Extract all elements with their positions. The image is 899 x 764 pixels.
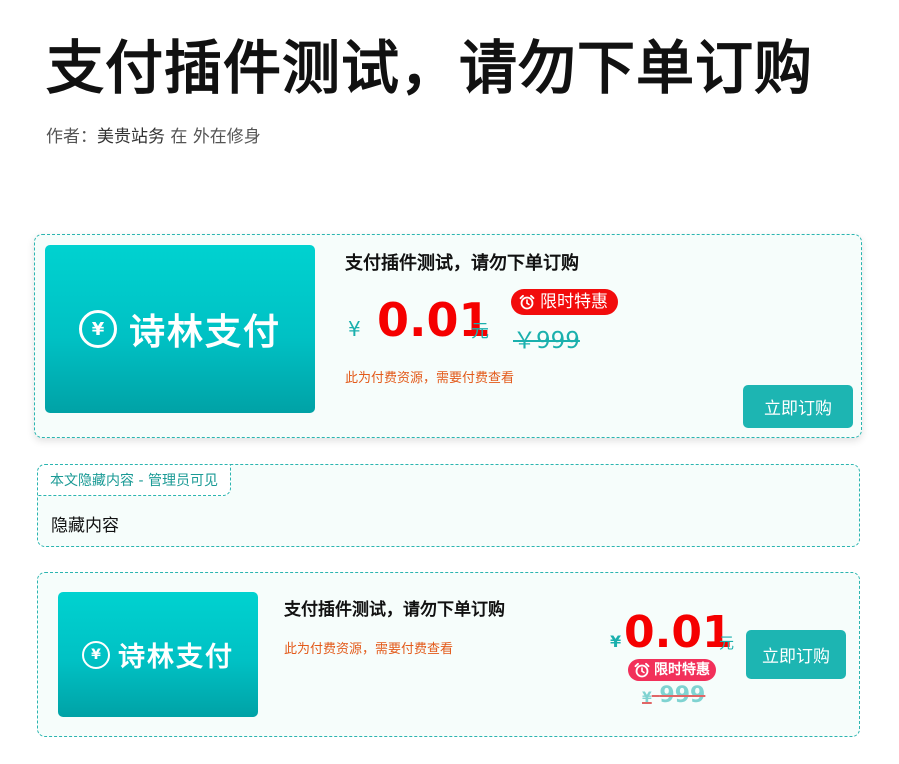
paid-note: 此为付费资源，需要付费查看 — [345, 371, 515, 386]
limited-offer-badge: 限时特惠 — [511, 289, 618, 315]
original-price: ¥ 999 — [642, 683, 705, 708]
category-link[interactable]: 外在修身 — [193, 127, 261, 147]
product-title: 支付插件测试，请勿下单订购 — [284, 600, 505, 620]
pay-card-compact: ¥ 诗林支付 支付插件测试，请勿下单订购 此为付费资源，需要付费查看 ¥ 0.0… — [37, 572, 860, 737]
paid-note: 此为付费资源，需要付费查看 — [284, 642, 454, 657]
product-title: 支付插件测试，请勿下单订购 — [345, 253, 579, 274]
logo-text: 诗林支付 — [118, 642, 234, 673]
post-title: 支付插件测试，请勿下单订购 — [46, 34, 814, 102]
hidden-content-tag: 本文隐藏内容 - 管理员可见 — [37, 464, 231, 496]
price: 0.01 — [624, 607, 733, 658]
pay-card-large: ¥ 诗林支付 支付插件测试，请勿下单订购 ¥ 0.01 元 限时特惠 ￥999 … — [34, 234, 862, 438]
pay-logo: ¥ 诗林支付 — [58, 592, 258, 717]
badge-label: 限时特惠 — [540, 292, 608, 312]
original-price-value: 999 — [659, 683, 706, 708]
hidden-content-text: 隐藏内容 — [51, 516, 119, 536]
currency-symbol: ¥ — [610, 632, 622, 651]
buy-now-button[interactable]: 立即订购 — [746, 630, 846, 679]
price-unit: 元 — [471, 321, 489, 342]
hidden-content-box: 本文隐藏内容 - 管理员可见 隐藏内容 — [37, 464, 860, 547]
buy-now-button[interactable]: 立即订购 — [743, 385, 853, 428]
original-price: ￥999 — [513, 328, 580, 354]
original-currency: ¥ — [642, 690, 652, 706]
logo-text: 诗林支付 — [128, 312, 281, 353]
category-prefix: 在 — [170, 127, 188, 147]
author-label: 作者： — [46, 127, 97, 147]
alarm-clock-icon — [634, 662, 650, 678]
pay-logo: ¥ 诗林支付 — [45, 245, 315, 413]
limited-offer-badge: 限时特惠 — [628, 659, 716, 681]
yen-coin-icon: ¥ — [78, 310, 117, 348]
price-unit: 元 — [719, 634, 735, 652]
alarm-clock-icon — [519, 294, 535, 310]
badge-label: 限时特惠 — [654, 662, 710, 678]
currency-symbol: ¥ — [348, 317, 361, 341]
post-meta: 作者：美贵站务 在 外在修身 — [46, 122, 261, 147]
yen-coin-icon: ¥ — [82, 640, 110, 669]
author-link[interactable]: 美贵站务 — [97, 127, 165, 147]
